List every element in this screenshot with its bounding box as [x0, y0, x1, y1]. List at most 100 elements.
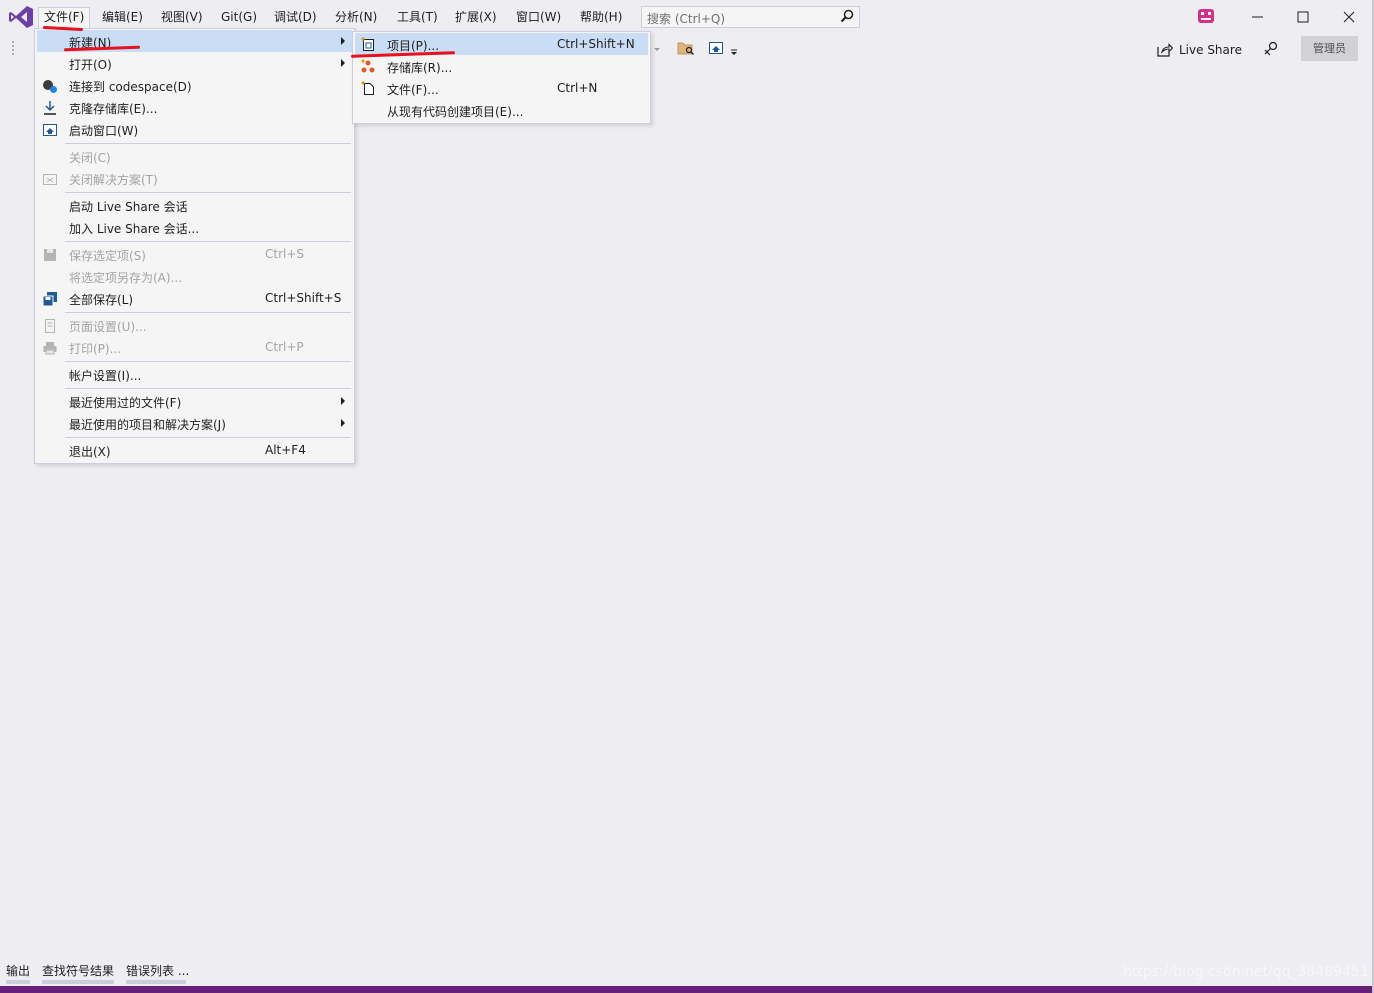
live-share-label: Live Share — [1179, 43, 1242, 57]
menu-item-close: 关闭(C) — [37, 145, 352, 167]
menu-item-recent-files-label: 最近使用过的文件(F) — [69, 396, 182, 410]
search-input[interactable]: 搜索 (Ctrl+Q) — [641, 6, 860, 28]
tab-indicator — [6, 980, 30, 984]
close-icon[interactable] — [1339, 8, 1359, 26]
maximize-icon[interactable] — [1293, 8, 1313, 26]
tab-indicator — [126, 980, 186, 984]
share-icon — [1157, 43, 1173, 57]
menu-item-close-solution-label: 关闭解决方案(T) — [69, 173, 158, 187]
menu-item-page-setup-label: 页面设置(U)... — [69, 320, 147, 334]
menu-edit[interactable]: 编辑(E) — [97, 7, 148, 28]
menu-item-page-setup: 页面设置(U)... — [37, 314, 352, 336]
menu-tools[interactable]: 工具(T) — [392, 7, 443, 28]
menu-view[interactable]: 视图(V) — [156, 7, 208, 28]
menu-item-close-label: 关闭(C) — [69, 151, 111, 165]
menu-separator — [65, 388, 351, 389]
menu-window[interactable]: 窗口(W) — [511, 7, 566, 28]
tab-error-list[interactable]: 错误列表 ... — [126, 962, 189, 979]
menu-item-connect-codespace-label: 连接到 codespace(D) — [69, 80, 192, 94]
watermark-text: https://blog.csdn.net/qq_38489451 — [1123, 964, 1369, 980]
submenu-arrow-icon — [341, 419, 345, 427]
menu-item-save-all-label: 全部保存(L) — [69, 293, 134, 307]
live-share-button[interactable]: Live Share — [1157, 40, 1242, 60]
account-icon[interactable] — [1196, 7, 1216, 25]
tab-find-symbol-results[interactable]: 查找符号结果 — [42, 962, 114, 979]
submenu-item-from-existing-code[interactable]: 从现有代码创建项目(E)... — [355, 99, 648, 121]
submenu-item-new-file-shortcut: Ctrl+N — [557, 81, 598, 95]
menu-item-open[interactable]: 打开(O) — [37, 52, 352, 74]
menu-item-account-settings-label: 帐户设置(I)... — [69, 369, 142, 383]
new-file-icon — [360, 80, 374, 95]
menu-item-account-settings[interactable]: 帐户设置(I)... — [37, 363, 352, 385]
submenu-item-new-file[interactable]: 文件(F)... Ctrl+N — [355, 77, 648, 99]
menu-file[interactable]: 文件(F) — [38, 7, 91, 28]
start-window-icon[interactable] — [708, 40, 724, 56]
submenu-arrow-icon — [341, 397, 345, 405]
menu-item-clone-repo[interactable]: 克隆存储库(E)... — [37, 96, 352, 118]
toolbar-overflow-icon[interactable] — [730, 48, 738, 56]
save-all-icon — [42, 292, 57, 307]
menu-item-recent-files[interactable]: 最近使用过的文件(F) — [37, 390, 352, 412]
menu-debug[interactable]: 调试(D) — [269, 7, 322, 28]
menu-item-print: 打印(P)... Ctrl+P — [37, 336, 352, 358]
menu-item-save-selected: 保存选定项(S) Ctrl+S — [37, 243, 352, 265]
menu-item-save-as: 将选定项另存为(A)... — [37, 265, 352, 287]
menu-item-start-liveshare-label: 启动 Live Share 会话 — [69, 200, 188, 214]
menu-separator — [65, 143, 351, 144]
submenu-item-new-project-shortcut: Ctrl+Shift+N — [557, 37, 635, 51]
menu-separator — [65, 361, 351, 362]
menu-item-print-shortcut: Ctrl+P — [265, 340, 304, 354]
tab-output[interactable]: 输出 — [6, 962, 30, 979]
menu-item-exit-label: 退出(X) — [69, 445, 111, 459]
toolbar-grip-icon — [12, 41, 14, 55]
search-icon — [840, 9, 854, 23]
admin-badge: 管理员 — [1301, 36, 1358, 61]
menu-item-recent-projects[interactable]: 最近使用的项目和解决方案(J) — [37, 412, 352, 434]
menu-analyze[interactable]: 分析(N) — [330, 7, 382, 28]
menu-item-save-selected-label: 保存选定项(S) — [69, 249, 146, 263]
submenu-item-new-file-label: 文件(F)... — [387, 83, 439, 97]
menu-item-join-liveshare[interactable]: 加入 Live Share 会话... — [37, 216, 352, 238]
menu-item-start-liveshare[interactable]: 启动 Live Share 会话 — [37, 194, 352, 216]
menu-help[interactable]: 帮助(H) — [575, 7, 627, 28]
submenu-item-new-repository-label: 存储库(R)... — [387, 61, 453, 75]
menu-item-open-label: 打开(O) — [69, 58, 112, 72]
repository-icon — [360, 58, 375, 73]
visual-studio-logo-icon — [9, 6, 33, 28]
menu-item-start-window[interactable]: 启动窗口(W) — [37, 118, 352, 140]
file-menu-dropdown: 新建(N) 打开(O) 连接到 codespace(D) 克隆存储库(E)...… — [34, 28, 355, 464]
minimize-icon[interactable] — [1248, 8, 1268, 26]
submenu-arrow-icon — [341, 59, 345, 67]
feedback-pin-icon[interactable] — [1262, 40, 1280, 58]
menu-item-save-all-shortcut: Ctrl+Shift+S — [265, 291, 342, 305]
menu-item-exit[interactable]: 退出(X) Alt+F4 — [37, 439, 352, 461]
start-window-icon — [43, 124, 57, 136]
submenu-item-new-project[interactable]: 项目(P)... Ctrl+Shift+N — [355, 33, 648, 55]
close-solution-icon — [43, 174, 57, 185]
new-project-icon — [360, 36, 374, 51]
menu-item-join-liveshare-label: 加入 Live Share 会话... — [69, 222, 200, 236]
menu-item-clone-repo-label: 克隆存储库(E)... — [69, 102, 158, 116]
dropdown-chevron-icon[interactable] — [652, 42, 662, 56]
menu-separator — [65, 241, 351, 242]
menu-item-print-label: 打印(P)... — [69, 342, 122, 356]
menu-item-connect-codespace[interactable]: 连接到 codespace(D) — [37, 74, 352, 96]
menu-separator — [65, 312, 351, 313]
tab-indicator — [42, 980, 114, 984]
menu-git[interactable]: Git(G) — [216, 7, 262, 28]
menu-separator — [65, 192, 351, 193]
menu-item-recent-projects-label: 最近使用的项目和解决方案(J) — [69, 418, 226, 432]
printer-icon — [43, 342, 57, 355]
submenu-arrow-icon — [341, 37, 345, 45]
page-setup-icon — [45, 319, 55, 333]
submenu-item-new-repository[interactable]: 存储库(R)... — [355, 55, 648, 77]
menu-separator — [65, 437, 351, 438]
folder-search-icon[interactable] — [677, 40, 695, 56]
menu-extensions[interactable]: 扩展(X) — [450, 7, 502, 28]
menu-item-exit-shortcut: Alt+F4 — [265, 443, 306, 457]
menu-item-start-window-label: 启动窗口(W) — [69, 124, 139, 138]
menu-item-save-all[interactable]: 全部保存(L) Ctrl+Shift+S — [37, 287, 352, 309]
codespace-icon — [43, 80, 57, 93]
new-submenu: 项目(P)... Ctrl+Shift+N 存储库(R)... 文件(F)...… — [352, 31, 651, 124]
menu-item-save-as-label: 将选定项另存为(A)... — [69, 271, 183, 285]
